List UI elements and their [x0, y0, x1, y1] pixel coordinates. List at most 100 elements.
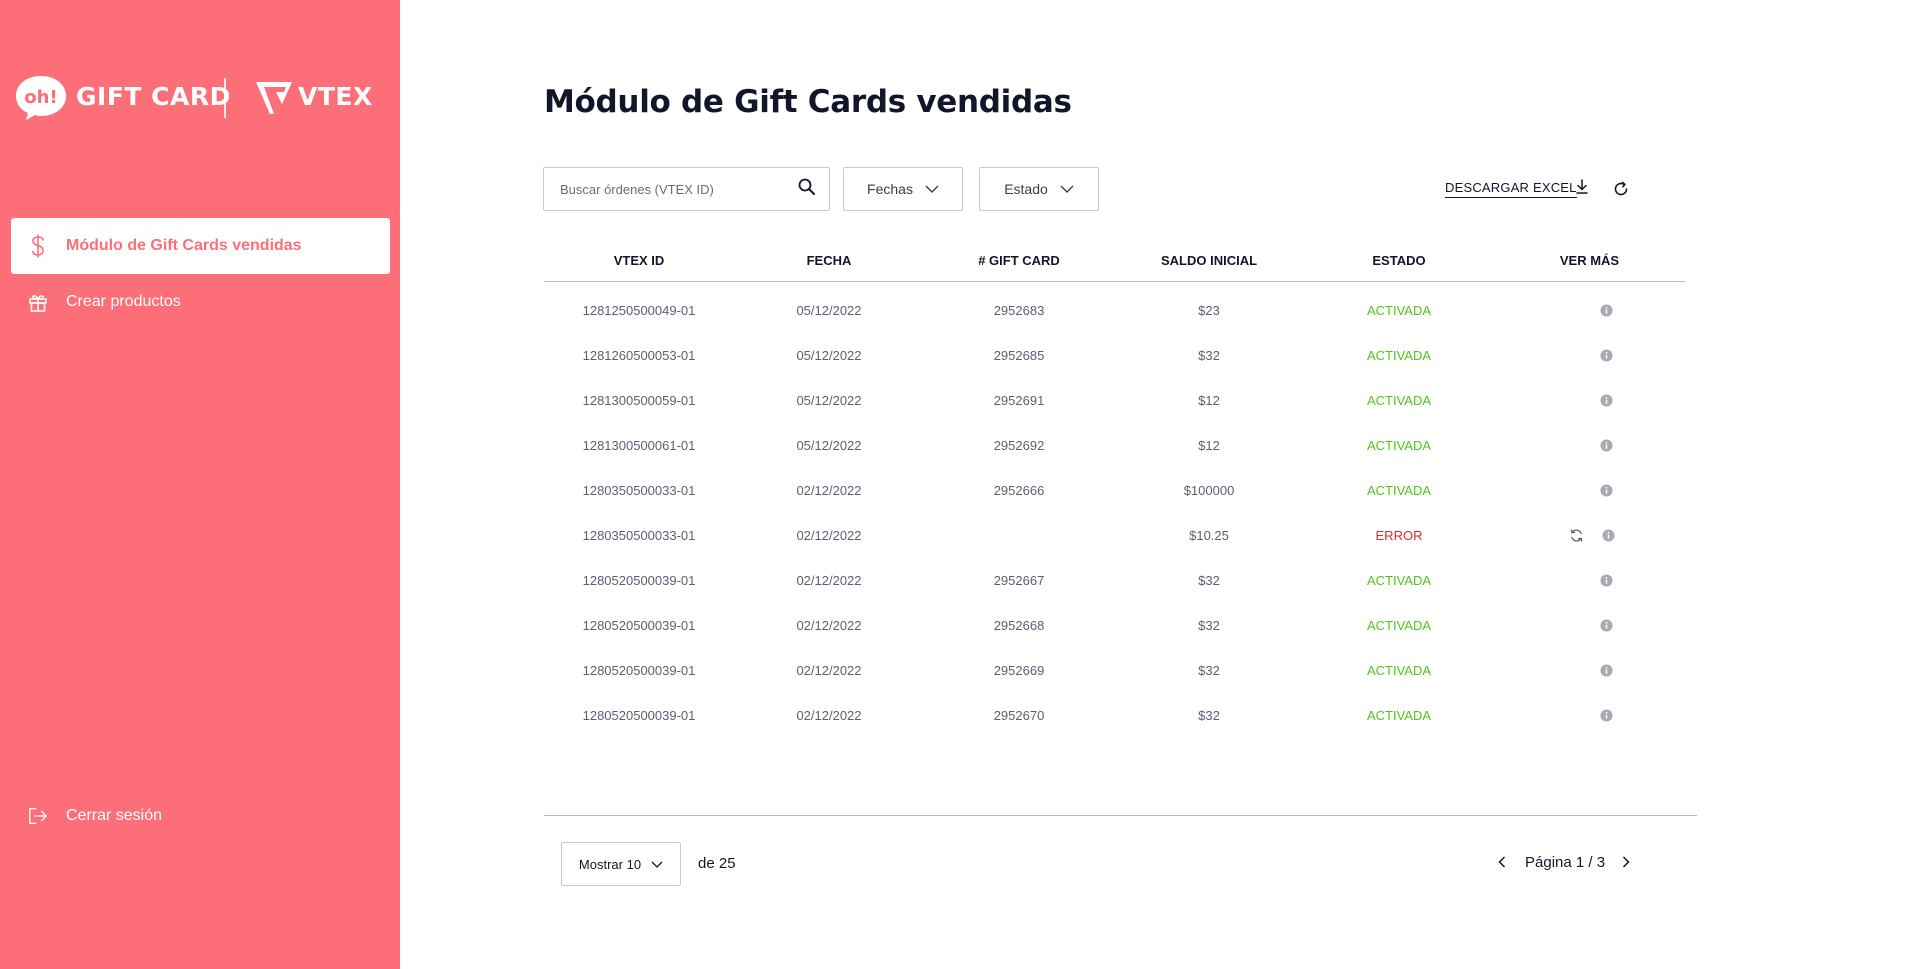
gift-card-cell: 2952667 — [993, 573, 1045, 588]
saldo-cell: $12 — [1198, 393, 1220, 408]
saldo-cell: $32 — [1198, 348, 1220, 363]
fecha-cell: 02/12/2022 — [796, 708, 862, 723]
ver-mas-cell — [1494, 574, 1685, 587]
table-row: 1280520500039-01 02/12/2022 2952667 $32 ACTI… — [544, 558, 1685, 603]
prev-page-button[interactable] — [1493, 853, 1511, 871]
table-row: 1280350500033-01 02/12/2022 $10.25 ERROR — [544, 513, 1685, 558]
column-header-estado: ESTADO — [1372, 253, 1426, 268]
estado-cell: ACTIVADA — [1366, 303, 1432, 318]
info-icon[interactable] — [1600, 394, 1613, 407]
gift-card-cell: 2952669 — [993, 663, 1045, 678]
chevron-down-icon — [925, 185, 939, 193]
info-icon[interactable] — [1601, 529, 1615, 542]
logout-icon — [28, 805, 48, 827]
search-input[interactable] — [560, 181, 798, 197]
sidebar-item-crear-productos[interactable]: Crear productos — [11, 274, 390, 330]
info-icon[interactable] — [1600, 439, 1613, 452]
fecha-cell: 02/12/2022 — [796, 528, 862, 543]
info-icon[interactable] — [1600, 484, 1613, 497]
chevron-down-icon — [651, 861, 663, 868]
vtex-id-cell: 1280520500039-01 — [582, 708, 696, 723]
next-page-button[interactable] — [1617, 853, 1635, 871]
fecha-cell: 05/12/2022 — [796, 438, 862, 453]
gift-card-cell: 2952670 — [993, 708, 1045, 723]
page-size-label: Mostrar 10 — [578, 856, 642, 872]
fecha-cell: 05/12/2022 — [796, 393, 862, 408]
gift-card-cell: 2952692 — [993, 438, 1045, 453]
ver-mas-cell — [1494, 304, 1685, 317]
table-row: 1280520500039-01 02/12/2022 2952670 $32 ACTI… — [544, 693, 1685, 738]
dollar-icon — [28, 234, 48, 258]
ver-mas-cell — [1494, 528, 1685, 543]
logo-divider — [224, 78, 226, 118]
fecha-cell: 05/12/2022 — [796, 348, 862, 363]
info-icon[interactable] — [1600, 349, 1613, 362]
fecha-cell: 02/12/2022 — [796, 663, 862, 678]
saldo-cell: $12 — [1198, 438, 1220, 453]
sidebar: oh! GIFT CARD VTEX Módulo de Gift Cards … — [0, 0, 400, 969]
saldo-cell: $32 — [1198, 618, 1220, 633]
info-icon[interactable] — [1600, 304, 1613, 317]
table-row: 1281300500059-01 05/12/2022 2952691 $12 ACTI… — [544, 378, 1685, 423]
status-filter-button[interactable]: Estado — [979, 167, 1099, 211]
pagination: Página 1 / 3 — [1493, 853, 1635, 871]
estado-cell: ERROR — [1375, 528, 1423, 543]
vtex-logo-icon — [256, 82, 292, 114]
search-field[interactable] — [543, 167, 830, 211]
logout-label: Cerrar sesión — [66, 807, 163, 824]
download-excel-link[interactable]: DESCARGAR EXCEL — [1445, 180, 1577, 198]
estado-cell: ACTIVADA — [1366, 663, 1432, 678]
download-icon[interactable] — [1574, 178, 1590, 196]
refresh-icon[interactable] — [1612, 180, 1630, 198]
ver-mas-cell — [1494, 709, 1685, 722]
ver-mas-cell — [1494, 619, 1685, 632]
brand-logo: oh! GIFT CARD VTEX — [14, 72, 372, 122]
fecha-cell: 05/12/2022 — [796, 303, 862, 318]
page-size-select[interactable]: Mostrar 10 — [561, 842, 681, 886]
estado-cell: ACTIVADA — [1366, 348, 1432, 363]
vtex-id-cell: 1280520500039-01 — [582, 573, 696, 588]
gift-cards-table: VTEX ID FECHA # GIFT CARD SALDO INICIAL … — [544, 240, 1685, 738]
saldo-cell: $32 — [1198, 663, 1220, 678]
gift-card-cell: 2952685 — [993, 348, 1045, 363]
vtex-id-cell: 1280350500033-01 — [582, 528, 696, 543]
vtex-id-cell: 1280520500039-01 — [582, 618, 696, 633]
gift-icon — [28, 291, 48, 313]
table-row: 1280520500039-01 02/12/2022 2952668 $32 ACTI… — [544, 603, 1685, 648]
sidebar-item-label: Módulo de Gift Cards vendidas — [66, 237, 302, 254]
vtex-wordmark: VTEX — [298, 82, 373, 111]
vtex-id-cell: 1280520500039-01 — [582, 663, 696, 678]
oh-bubble-logo: oh! — [16, 76, 66, 120]
retry-icon[interactable] — [1569, 528, 1584, 543]
ver-mas-cell — [1494, 484, 1685, 497]
info-icon[interactable] — [1600, 619, 1613, 632]
oh-text: oh! — [24, 87, 57, 108]
table-row: 1281260500053-01 05/12/2022 2952685 $32 ACTI… — [544, 333, 1685, 378]
sidebar-item-gift-cards-vendidas[interactable]: Módulo de Gift Cards vendidas — [11, 218, 390, 274]
estado-cell: ACTIVADA — [1366, 573, 1432, 588]
dates-filter-button[interactable]: Fechas — [843, 167, 963, 211]
saldo-cell: $32 — [1198, 573, 1220, 588]
ver-mas-cell — [1494, 349, 1685, 362]
ver-mas-cell — [1494, 664, 1685, 677]
table-row: 1281250500049-01 05/12/2022 2952683 $23 ACTI… — [544, 288, 1685, 333]
saldo-cell: $23 — [1198, 303, 1220, 318]
fecha-cell: 02/12/2022 — [796, 483, 862, 498]
info-icon[interactable] — [1600, 709, 1613, 722]
column-header-saldo-inicial: SALDO INICIAL — [1160, 253, 1258, 268]
info-icon[interactable] — [1600, 574, 1613, 587]
gift-card-cell: 2952666 — [993, 483, 1045, 498]
info-icon[interactable] — [1600, 664, 1613, 677]
sidebar-item-label: Crear productos — [66, 293, 181, 310]
estado-cell: ACTIVADA — [1366, 618, 1432, 633]
vtex-id-cell: 1281300500061-01 — [582, 438, 696, 453]
search-icon[interactable] — [798, 178, 815, 200]
logout-button[interactable]: Cerrar sesión — [11, 788, 390, 844]
main-content: Módulo de Gift Cards vendidas Fechas Est… — [400, 0, 1920, 969]
saldo-cell: $100000 — [1183, 483, 1235, 498]
table-row: 1280350500033-01 02/12/2022 2952666 $100000… — [544, 468, 1685, 513]
table-header: VTEX ID FECHA # GIFT CARD SALDO INICIAL … — [544, 240, 1685, 282]
fecha-cell: 02/12/2022 — [796, 618, 862, 633]
column-header-gift-card: # GIFT CARD — [978, 253, 1060, 268]
saldo-cell: $10.25 — [1189, 528, 1229, 543]
